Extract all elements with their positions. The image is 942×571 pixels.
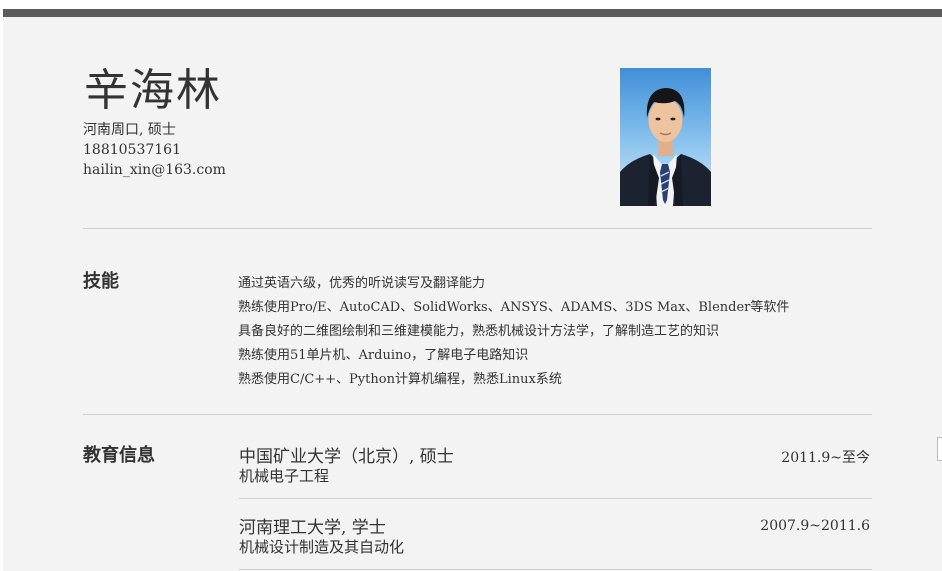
portrait-image: [620, 68, 711, 206]
education-title: 教育信息: [83, 445, 155, 466]
location-degree: 河南周口, 硕士: [83, 122, 176, 138]
divider-bottom: [239, 569, 872, 570]
resume-page: 辛海林 河南周口, 硕士 18810537161 hailin_xin@163.…: [3, 17, 942, 571]
education-date: 2007.9~2011.6: [760, 518, 870, 534]
school-name: 河南理工大学, 学士: [239, 518, 386, 538]
skills-list: 通过英语六级，优秀的听说读写及翻译能力 熟练使用Pro/E、AutoCAD、So…: [238, 272, 789, 392]
top-bar: [3, 9, 942, 17]
contact-info: 河南周口, 硕士 18810537161 hailin_xin@163.com: [83, 120, 226, 180]
major-name: 机械电子工程: [239, 467, 330, 485]
email-address: hailin_xin@163.com: [83, 162, 226, 178]
profile-photo: [620, 68, 711, 206]
divider-education: [239, 498, 872, 499]
skills-title: 技能: [83, 271, 119, 292]
school-name: 中国矿业大学（北京）, 硕士: [239, 447, 454, 467]
phone-number: 18810537161: [83, 142, 181, 158]
person-name: 辛海林: [84, 65, 222, 116]
divider-skills: [83, 414, 872, 415]
skill-item: 熟练使用51单片机、Arduino，了解电子电路知识: [238, 348, 529, 363]
skill-item: 具备良好的二维图绘制和三维建模能力，熟悉机械设计方法学，了解制造工艺的知识: [238, 324, 720, 339]
divider-top: [83, 228, 872, 229]
skill-item: 熟练使用Pro/E、AutoCAD、SolidWorks、ANSYS、ADAMS…: [238, 300, 790, 315]
scroll-tab[interactable]: [937, 437, 942, 461]
skill-item: 通过英语六级，优秀的听说读写及翻译能力: [238, 276, 486, 291]
education-date: 2011.9~至今: [781, 450, 870, 466]
skill-item: 熟悉使用C/C++、Python计算机编程，熟悉Linux系统: [238, 372, 562, 387]
major-name: 机械设计制造及其自动化: [239, 538, 405, 556]
